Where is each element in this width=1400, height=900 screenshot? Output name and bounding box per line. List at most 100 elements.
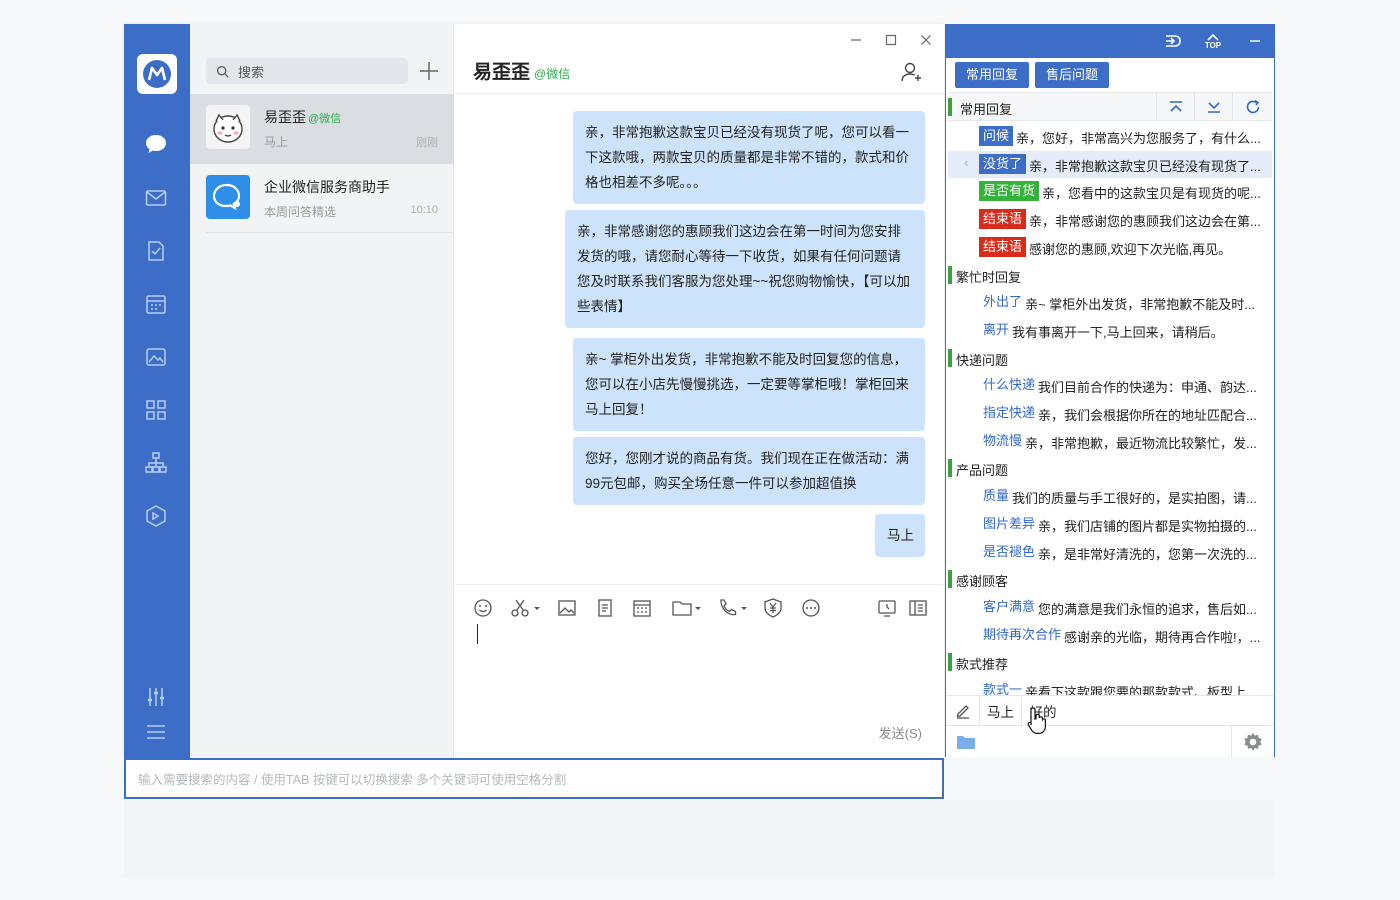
quick-reply-item[interactable]: 问候 亲，您好，非常高兴为您服务了，有什么... (948, 123, 1272, 150)
send-button[interactable]: 发送(S) (879, 723, 922, 742)
quick-reply-item[interactable]: 是否有货 亲，您看中的这款宝贝是有现货的呢... (948, 178, 1272, 205)
chat-app-window: 搜索 易歪歪@微信 马上 刚刚 企业微信服务商助手 本周问答精选 10:10 (124, 24, 944, 758)
reply-category[interactable]: 感谢顾客 (948, 566, 1272, 593)
quick-reply-item[interactable]: 结束语 感谢您的惠顾,欢迎下次光临,再见。 (948, 234, 1272, 261)
pencil-icon (956, 704, 969, 719)
settings-sliders-icon[interactable] (142, 683, 170, 711)
maximize-icon (885, 34, 897, 46)
avatar (206, 175, 250, 219)
reply-category[interactable]: 款式推荐 (948, 649, 1272, 676)
quick-reply-footer (946, 725, 1274, 757)
reply-category[interactable]: 快递问题 (948, 345, 1272, 372)
quick-reply-item[interactable]: 结束语 亲，非常感谢您的惠顾我们这边会在第... (948, 206, 1272, 233)
refresh-icon (1246, 99, 1259, 113)
exit-button[interactable] (1162, 30, 1184, 52)
quick-reply-list: 问候 亲，您好，非常高兴为您服务了，有什么... ‹ 没货了 亲，非常抱歉这款宝贝已经没… (946, 123, 1274, 695)
menu-icon[interactable] (142, 718, 170, 746)
quick-reply-item[interactable]: 外出了 亲~ 掌柜外出发货，非常抱歉不能及时... (948, 289, 1272, 316)
cube-icon[interactable] (142, 502, 170, 530)
message-bubble: 亲~ 掌柜外出发货，非常抱歉不能及时回复您的信息，您可以在小店先慢慢挑选，一定要… (573, 338, 925, 431)
reply-tag: 图片差异 (983, 516, 1036, 531)
category-label: 产品问题 (956, 463, 1009, 478)
reply-tag: 是否褪色 (983, 544, 1036, 559)
gallery-icon[interactable] (142, 343, 170, 371)
compose-divider (455, 584, 944, 585)
tab-after-sales[interactable]: 售后问题 (1035, 62, 1110, 88)
session-time: 刚刚 (416, 137, 438, 149)
session-item[interactable]: 易歪歪 @微信 马上 刚刚 (190, 94, 454, 164)
quick-reply-item[interactable]: 款式一 亲看下这款跟您要的那款款式、板型上... (948, 677, 1272, 695)
expand-all-button[interactable] (1194, 93, 1232, 120)
minimize-button[interactable] (846, 32, 866, 48)
mouse-hand-cursor-icon (1027, 707, 1046, 734)
reply-tag: 离开 (983, 322, 1010, 337)
chat-bubble-icon[interactable] (142, 130, 170, 158)
quick-reply-item[interactable]: 图片差异 亲，我们店铺的图片都是实物拍摄的... (948, 511, 1272, 538)
reply-text: 亲，我们店铺的图片都是实物拍摄的... (1038, 519, 1257, 534)
reply-tag: 是否有货 (979, 181, 1040, 201)
reply-tag: 没货了 (979, 154, 1027, 174)
background-strip (124, 800, 1275, 878)
refresh-button[interactable] (1232, 93, 1272, 120)
chat-header-divider (455, 93, 944, 94)
quick-reply-panel: TOP 常用回复 售后问题 常用回复 问候 亲，您好，非常高兴为您服务了，有什么.… (945, 24, 1275, 757)
session-source: @微信 (308, 113, 342, 125)
add-user-icon (901, 62, 921, 82)
maximize-button[interactable] (881, 32, 901, 48)
quick-reply-item[interactable]: ‹ 没货了 亲，非常抱歉这款宝贝已经没有现货了... (948, 151, 1272, 178)
reply-tag: 质量 (983, 488, 1010, 503)
edit-button[interactable] (946, 696, 980, 725)
session-name-text: 易歪歪 (264, 109, 306, 125)
session-time: 10:10 (410, 204, 438, 216)
tab-common-replies[interactable]: 常用回复 (955, 62, 1030, 88)
close-button[interactable] (916, 32, 936, 48)
apps-grid-icon[interactable] (142, 396, 170, 424)
session-item[interactable]: 企业微信服务商助手 本周问答精选 10:10 (190, 164, 454, 234)
app-logo (137, 54, 177, 94)
reply-category[interactable]: 产品问题 (948, 455, 1272, 482)
panel-minimize-button[interactable] (1244, 30, 1266, 52)
mail-icon[interactable] (142, 184, 170, 212)
group-label: 常用回复 (960, 102, 1013, 117)
session-search-input[interactable]: 搜索 (206, 58, 408, 84)
quick-reply-item[interactable]: 是否褪色 亲，是非常好清洗的，您第一次洗的... (948, 539, 1272, 566)
message-bubble: 您好，您刚才说的商品有货。我们现在正在做活动：满99元包邮，购买全场任意一件可以… (573, 437, 925, 505)
exit-icon (1166, 35, 1181, 47)
reply-text: 亲，您看中的这款宝贝是有现货的呢... (1042, 186, 1261, 201)
search-icon (216, 65, 229, 78)
quick-input-bar: 马上 好的 (946, 695, 1274, 725)
reply-text: 亲，非常抱歉这款宝贝已经没有现货了... (1029, 159, 1261, 174)
quick-reply-item[interactable]: 质量 我们的质量与手工很好的，是实拍图，请... (948, 483, 1272, 510)
add-member-button[interactable] (900, 60, 924, 84)
message-bubble: 马上 (875, 514, 925, 557)
reply-search-input[interactable]: 输入需要搜索的内容 / 使用TAB 按键可以切换搜索 多个关键词可使用空格分割 (124, 758, 944, 799)
reply-search-placeholder: 输入需要搜索的内容 / 使用TAB 按键可以切换搜索 多个关键词可使用空格分割 (138, 773, 567, 787)
quick-reply-item[interactable]: 什么快递 我们目前合作的快递为：申通、韵达... (948, 372, 1272, 399)
folder-button[interactable] (952, 726, 980, 757)
calendar-icon[interactable] (142, 290, 170, 318)
collapse-all-button[interactable] (1156, 93, 1194, 120)
reply-text: 感谢您的惠顾,欢迎下次光临,再见。 (1029, 242, 1232, 257)
pin-top-button[interactable]: TOP (1202, 30, 1224, 52)
category-label: 款式推荐 (956, 657, 1009, 672)
org-chart-icon[interactable] (142, 449, 170, 477)
quick-reply-item[interactable]: 期待再次合作 感谢亲的光临，期待再合作啦!，... (948, 622, 1272, 649)
message-input[interactable] (455, 614, 944, 714)
arrow-up-to-top-icon (1169, 100, 1182, 112)
nav-rail (124, 24, 190, 758)
quick-reply-item[interactable]: 离开 我有事离开一下,马上回来，请稍后。 (948, 317, 1272, 344)
reply-tag: 指定快递 (983, 405, 1036, 420)
quick-reply-item[interactable]: 物流慢 亲，非常抱歉，最近物流比较繁忙，发... (948, 428, 1272, 455)
reply-tag: 客户满意 (983, 599, 1036, 614)
quick-reply-item[interactable]: 指定快递 亲，我们会根据你所在的地址匹配合... (948, 400, 1272, 427)
document-icon[interactable] (142, 237, 170, 265)
reply-category[interactable]: 繁忙时回复 (948, 262, 1272, 289)
avatar (206, 105, 250, 149)
quick-chip[interactable]: 马上 (980, 696, 1022, 725)
quick-reply-item[interactable]: 客户满意 您的满意是我们永恒的追求，售后如... (948, 594, 1272, 621)
reply-tag: 物流慢 (983, 433, 1023, 448)
settings-button[interactable] (1231, 726, 1273, 757)
reply-tag: 款式一 (983, 682, 1023, 695)
reply-text: 亲，是非常好清洗的，您第一次洗的... (1038, 547, 1257, 562)
add-plus-button[interactable] (418, 60, 440, 82)
